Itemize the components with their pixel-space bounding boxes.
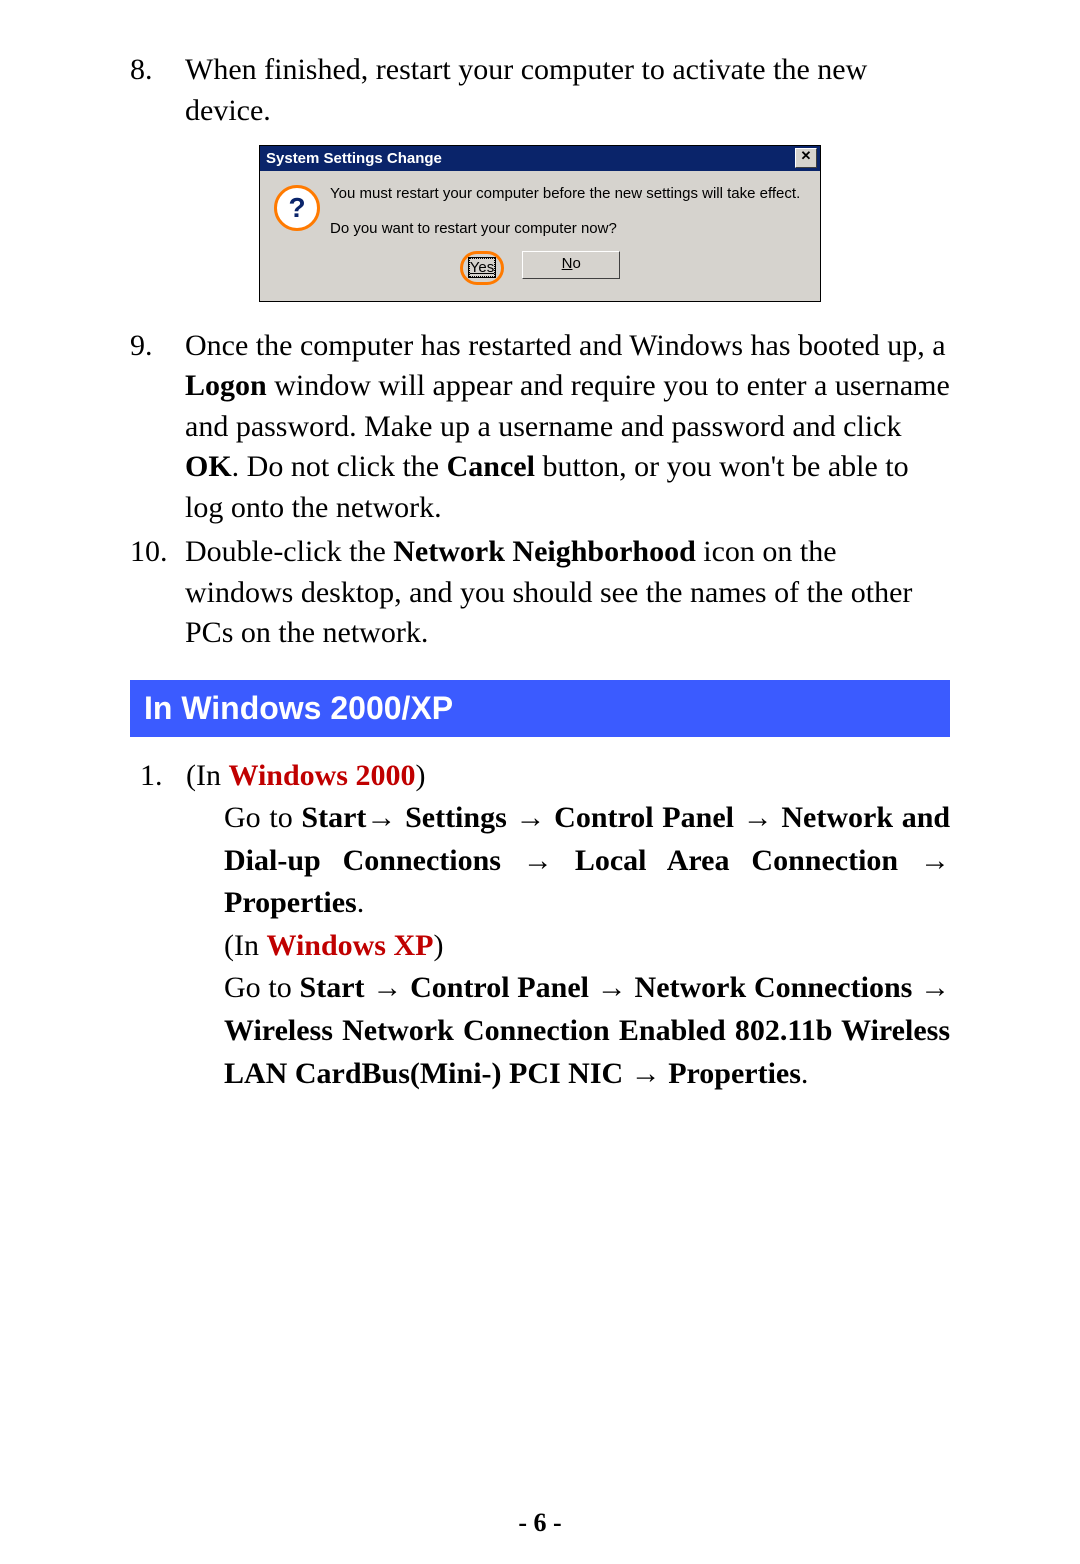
dialog-titlebar: System Settings Change ✕ [260,146,820,171]
list-number: 9. [130,326,185,529]
dialog-window: System Settings Change ✕ ? You must rest… [259,145,821,302]
list-item: 9. Once the computer has restarted and W… [130,326,950,529]
list-item: 10. Double-click the Network Neighborhoo… [130,532,950,654]
no-button[interactable]: No [522,251,620,279]
yes-button[interactable]: Yes [469,258,495,277]
dialog-illustration: System Settings Change ✕ ? You must rest… [130,145,950,302]
close-icon[interactable]: ✕ [795,148,817,168]
list-number: 1. [130,755,186,1096]
dialog-message-2: Do you want to restart your computer now… [330,220,810,239]
question-icon: ? [274,185,320,231]
list-item: 1. (In Windows 2000) Go to Start→ Settin… [130,755,950,1096]
list-text: (In Windows 2000) Go to Start→ Settings … [186,755,950,1096]
dialog-message-1: You must restart your computer before th… [330,185,810,204]
section-heading: In Windows 2000/XP [130,680,950,737]
dialog-title: System Settings Change [266,150,442,167]
list-item: 8. When finished, restart your computer … [130,50,950,131]
list-text: Once the computer has restarted and Wind… [185,326,950,529]
list-text: Double-click the Network Neighborhood ic… [185,532,950,654]
list-number: 10. [130,532,185,654]
highlight-circle: Yes [460,251,504,285]
page-number: - 6 - [0,1508,1080,1538]
list-number: 8. [130,50,185,131]
list-text: When finished, restart your computer to … [185,50,950,131]
